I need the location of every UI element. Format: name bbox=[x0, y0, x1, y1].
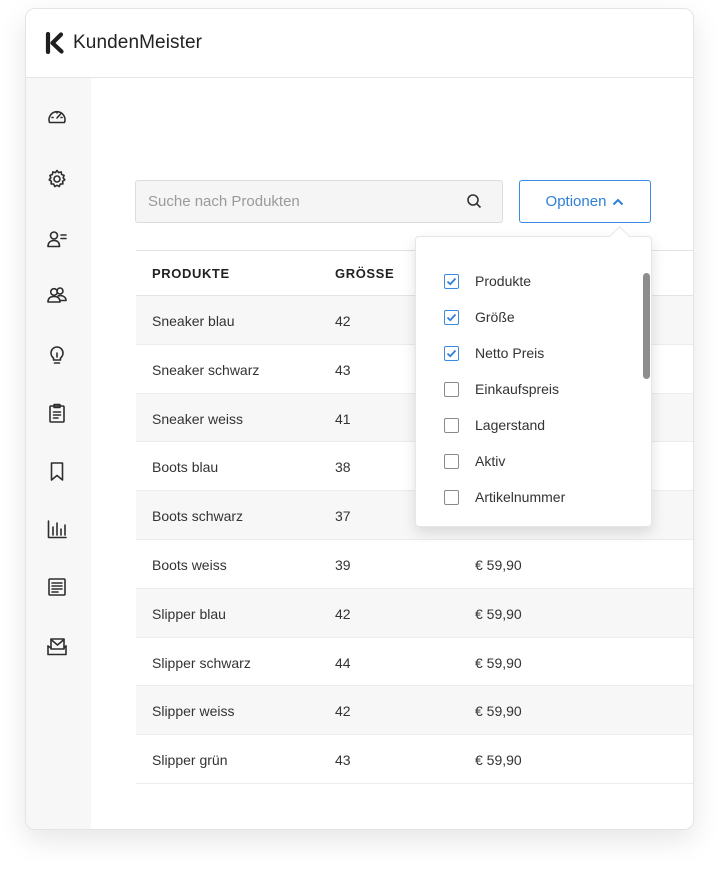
app-name: KundenMeister bbox=[73, 32, 203, 53]
product-size: 44 bbox=[335, 654, 351, 671]
search-bar bbox=[135, 180, 503, 223]
product-size: 42 bbox=[335, 605, 351, 622]
option-label: Größe bbox=[475, 309, 515, 325]
search-icon[interactable] bbox=[466, 193, 484, 211]
option-label: Netto Preis bbox=[475, 345, 545, 361]
product-name: Boots weiss bbox=[152, 556, 227, 573]
product-size: 37 bbox=[335, 508, 351, 525]
column-header-products[interactable]: PRODUKTE bbox=[152, 266, 230, 281]
lightbulb-icon[interactable] bbox=[46, 344, 68, 366]
checkbox-checked-icon[interactable] bbox=[444, 345, 459, 361]
option-item[interactable]: Netto Preis bbox=[444, 343, 544, 363]
option-item[interactable]: Aktiv bbox=[444, 451, 505, 471]
product-size: 39 bbox=[335, 556, 351, 573]
product-name: Sneaker weiss bbox=[152, 410, 244, 427]
product-name: Sneaker blau bbox=[152, 313, 235, 329]
option-label: Lagerstand bbox=[475, 417, 546, 433]
product-price: € 59,90 bbox=[475, 605, 522, 622]
report-icon[interactable] bbox=[46, 576, 68, 598]
options-dropdown: Produkte Größe Netto Preis Einkaufspreis Lag… bbox=[415, 236, 652, 527]
checkbox-unchecked-icon[interactable] bbox=[444, 381, 459, 397]
table-row[interactable]: Slipper blau 42 € 59,90 bbox=[136, 588, 693, 638]
mail-icon[interactable] bbox=[46, 636, 68, 658]
app-header: KundenMeister bbox=[26, 9, 693, 78]
product-price: € 59,90 bbox=[475, 703, 522, 720]
product-size: 43 bbox=[335, 361, 351, 378]
product-name: Boots blau bbox=[152, 459, 219, 476]
options-button-label: Optionen bbox=[545, 193, 607, 210]
users-icon[interactable] bbox=[46, 284, 68, 306]
checkbox-unchecked-icon[interactable] bbox=[444, 417, 459, 433]
option-item[interactable]: Einkaufspreis bbox=[444, 379, 559, 399]
product-size: 42 bbox=[335, 313, 351, 329]
dashboard-icon[interactable] bbox=[46, 106, 68, 128]
logo-icon bbox=[45, 31, 65, 55]
checkbox-checked-icon[interactable] bbox=[444, 273, 459, 289]
product-name: Slipper schwarz bbox=[152, 654, 251, 671]
option-label: Einkaufspreis bbox=[475, 381, 560, 397]
option-label: Artikelnummer bbox=[475, 489, 566, 505]
product-size: 43 bbox=[335, 752, 351, 769]
product-size: 42 bbox=[335, 703, 351, 720]
settings-icon[interactable] bbox=[46, 168, 68, 190]
options-button[interactable]: Optionen bbox=[519, 180, 651, 223]
dropdown-scrollbar[interactable] bbox=[643, 273, 650, 379]
checkbox-checked-icon[interactable] bbox=[444, 309, 459, 325]
option-label: Produkte bbox=[475, 273, 532, 289]
user-list-icon[interactable] bbox=[46, 228, 68, 250]
product-price: € 59,90 bbox=[475, 752, 522, 769]
checkbox-unchecked-icon[interactable] bbox=[444, 453, 459, 469]
table-row[interactable]: Slipper schwarz 44 € 59,90 bbox=[136, 638, 693, 687]
option-item[interactable]: Größe bbox=[444, 307, 515, 327]
product-name: Slipper weiss bbox=[152, 703, 235, 720]
table-row[interactable]: Slipper grün 43 € 59,90 bbox=[136, 735, 693, 784]
product-name: Sneaker schwarz bbox=[152, 361, 260, 378]
checkbox-unchecked-icon[interactable] bbox=[444, 489, 459, 505]
product-size: 38 bbox=[335, 459, 351, 476]
clipboard-icon[interactable] bbox=[46, 402, 68, 424]
product-name: Slipper grün bbox=[152, 752, 228, 769]
app-window: KundenMeister Suche nach Produkten Optio… bbox=[25, 8, 694, 830]
bookmark-icon[interactable] bbox=[46, 460, 68, 482]
table-row[interactable]: Boots weiss 39 € 59,90 bbox=[136, 540, 693, 589]
option-item[interactable]: Produkte bbox=[444, 271, 531, 291]
table-row[interactable]: Slipper weiss 42 € 59,90 bbox=[136, 686, 693, 736]
option-label: Aktiv bbox=[475, 453, 506, 469]
product-name: Slipper blau bbox=[152, 605, 226, 622]
option-item[interactable]: Lagerstand bbox=[444, 415, 545, 435]
main-content: Optionen PRODUKTE GRÖSSE Sneaker blau42S… bbox=[91, 78, 693, 829]
product-price: € 59,90 bbox=[475, 654, 522, 671]
bar-chart-icon[interactable] bbox=[46, 518, 68, 540]
product-price: € 59,90 bbox=[475, 556, 522, 573]
column-header-size[interactable]: GRÖSSE bbox=[335, 266, 394, 281]
product-size: 41 bbox=[335, 410, 351, 427]
product-name: Boots schwarz bbox=[152, 508, 244, 525]
option-item[interactable]: Artikelnummer bbox=[444, 487, 565, 507]
chevron-up-icon bbox=[613, 198, 624, 205]
sidebar bbox=[26, 78, 91, 829]
search-input[interactable] bbox=[136, 181, 466, 222]
